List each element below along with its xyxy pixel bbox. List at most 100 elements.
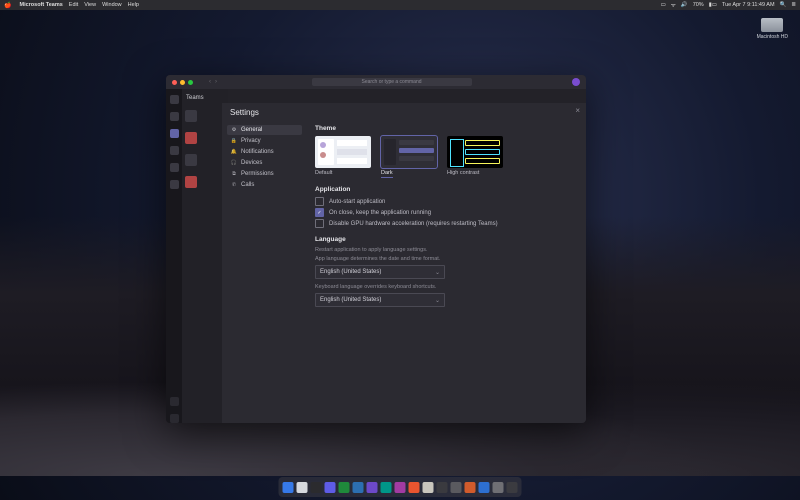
- theme-option-dark[interactable]: Dark: [381, 136, 437, 178]
- teams-list-header: Teams: [186, 95, 225, 101]
- menubar-app-name[interactable]: Microsoft Teams: [19, 2, 62, 8]
- back-icon[interactable]: ‹: [209, 79, 211, 85]
- theme-option-high-contrast[interactable]: High contrast: [447, 136, 503, 178]
- chevron-down-icon: ⌄: [435, 269, 440, 276]
- dock[interactable]: [279, 477, 522, 497]
- zoom-traffic-light[interactable]: [188, 80, 193, 85]
- language-heading: Language: [315, 236, 574, 243]
- app-language-hint: App language determines the date and tim…: [315, 256, 574, 262]
- dock-app-icon[interactable]: [297, 482, 308, 493]
- settings-nav-permissions[interactable]: ⧉ Permissions: [227, 169, 302, 179]
- keyboard-language-select[interactable]: English (United States) ⌄: [315, 293, 445, 307]
- dock-app-icon[interactable]: [493, 482, 504, 493]
- theme-thumb-hc: [447, 136, 503, 168]
- menubar-item-help[interactable]: Help: [128, 2, 139, 8]
- traffic-lights: [172, 80, 193, 85]
- drive-label: Macintosh HD: [757, 34, 788, 40]
- dock-app-icon[interactable]: [409, 482, 420, 493]
- settings-nav-general[interactable]: ⚙ General: [227, 125, 302, 135]
- theme-option-default[interactable]: Default: [315, 136, 371, 178]
- rail-chat-icon[interactable]: [170, 112, 179, 121]
- dock-app-icon[interactable]: [381, 482, 392, 493]
- team-item[interactable]: [185, 171, 225, 193]
- settings-nav-calls[interactable]: ✆ Calls: [227, 180, 302, 190]
- spotlight-icon[interactable]: 🔍: [780, 2, 787, 8]
- theme-label: High contrast: [447, 170, 503, 176]
- theme-options: Default Dark: [315, 136, 574, 178]
- desktop-drive[interactable]: Macintosh HD: [757, 18, 788, 40]
- menubar-item-window[interactable]: Window: [102, 2, 122, 8]
- team-avatar-icon: [185, 132, 197, 144]
- wifi-icon[interactable]: ᯤ: [671, 1, 676, 9]
- dock-app-icon[interactable]: [423, 482, 434, 493]
- dock-app-icon[interactable]: [465, 482, 476, 493]
- menubar-item-edit[interactable]: Edit: [69, 2, 78, 8]
- dock-app-icon[interactable]: [353, 482, 364, 493]
- dock-app-icon[interactable]: [451, 482, 462, 493]
- dock-app-icon[interactable]: [283, 482, 294, 493]
- gear-icon: ⚙: [231, 127, 237, 133]
- team-avatar-icon: [185, 154, 197, 166]
- close-traffic-light[interactable]: [172, 80, 177, 85]
- dock-app-icon[interactable]: [479, 482, 490, 493]
- close-icon[interactable]: ×: [575, 107, 580, 115]
- rail-teams-icon[interactable]: [170, 129, 179, 138]
- battery-percent[interactable]: 70%: [693, 2, 704, 8]
- dock-app-icon[interactable]: [339, 482, 350, 493]
- bell-icon: 🔔: [231, 149, 237, 155]
- forward-icon[interactable]: ›: [215, 79, 217, 85]
- rail-calendar-icon[interactable]: [170, 146, 179, 155]
- control-center-icon[interactable]: ≣: [791, 2, 796, 8]
- rail-apps-icon[interactable]: [170, 397, 179, 406]
- dock-app-icon[interactable]: [437, 482, 448, 493]
- keep-running-checkbox[interactable]: ✓: [315, 208, 324, 217]
- key-icon: ⧉: [231, 171, 237, 177]
- command-search[interactable]: Search or type a command: [312, 78, 472, 86]
- dock-app-icon[interactable]: [507, 482, 518, 493]
- keep-running-label: On close, keep the application running: [329, 210, 431, 216]
- team-item[interactable]: [185, 105, 225, 127]
- language-restart-hint: Restart application to apply language se…: [315, 247, 574, 253]
- team-avatar-icon: [185, 110, 197, 122]
- profile-avatar[interactable]: [572, 78, 580, 86]
- auto-start-row: Auto-start application: [315, 197, 574, 206]
- dock-app-icon[interactable]: [367, 482, 378, 493]
- settings-nav-label: Devices: [241, 160, 262, 166]
- dock-app-icon[interactable]: [311, 482, 322, 493]
- team-item[interactable]: [185, 127, 225, 149]
- app-language-select[interactable]: English (United States) ⌄: [315, 265, 445, 279]
- airplay-icon[interactable]: ▭: [661, 2, 666, 8]
- theme-label: Dark: [381, 170, 393, 178]
- rail-activity-icon[interactable]: [170, 95, 179, 104]
- settings-nav-notifications[interactable]: 🔔 Notifications: [227, 147, 302, 157]
- settings-nav-devices[interactable]: 🎧 Devices: [227, 158, 302, 168]
- apple-menu-icon[interactable]: 🍎: [4, 2, 11, 9]
- app-rail: [166, 89, 182, 423]
- theme-thumb-default: [315, 136, 371, 168]
- battery-icon[interactable]: ▮▭: [709, 2, 717, 8]
- auto-start-checkbox[interactable]: [315, 197, 324, 206]
- settings-nav-label: General: [241, 127, 262, 133]
- menubar-clock[interactable]: Tue Apr 7 9:11:49 AM: [722, 2, 775, 8]
- settings-nav-privacy[interactable]: 🔒 Privacy: [227, 136, 302, 146]
- settings-nav-label: Notifications: [241, 149, 274, 155]
- rail-files-icon[interactable]: [170, 180, 179, 189]
- phone-icon: ✆: [231, 182, 237, 188]
- menubar-item-view[interactable]: View: [84, 2, 96, 8]
- settings-content: Theme Default: [307, 103, 586, 423]
- dock-app-icon[interactable]: [395, 482, 406, 493]
- settings-nav-label: Permissions: [241, 171, 274, 177]
- minimize-traffic-light[interactable]: [180, 80, 185, 85]
- app-language-value: English (United States): [320, 269, 381, 275]
- rail-help-icon[interactable]: [170, 414, 179, 423]
- rail-calls-icon[interactable]: [170, 163, 179, 172]
- teams-window: ‹ › Search or type a command Teams: [166, 75, 586, 423]
- team-item[interactable]: [185, 149, 225, 171]
- desktop: 🍎 Microsoft Teams Edit View Window Help …: [0, 0, 800, 500]
- titlebar[interactable]: ‹ › Search or type a command: [166, 75, 586, 89]
- settings-title: Settings: [230, 108, 259, 117]
- volume-icon[interactable]: 🔊: [681, 2, 688, 8]
- dock-app-icon[interactable]: [325, 482, 336, 493]
- chevron-down-icon: ⌄: [435, 297, 440, 304]
- disable-gpu-checkbox[interactable]: [315, 219, 324, 228]
